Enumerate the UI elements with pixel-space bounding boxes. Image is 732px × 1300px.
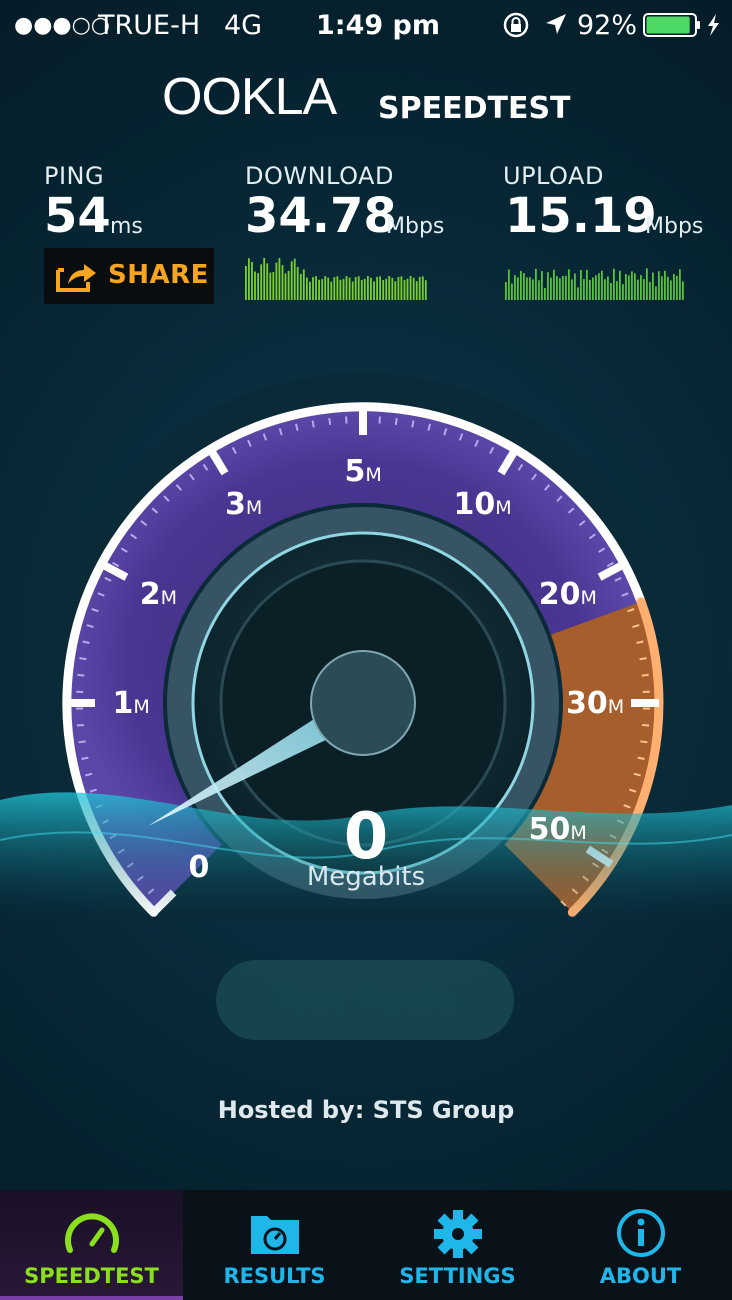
share-button[interactable]: SHARE (44, 248, 214, 304)
gauge-tick-label: 20M (538, 576, 597, 612)
ping-value: 54 (44, 188, 111, 244)
speedometer-icon (64, 1213, 119, 1253)
upload-unit: Mbps (645, 214, 704, 239)
gauge-needle-hub (310, 650, 416, 756)
ping-label: PING (44, 162, 105, 190)
carrier-name: TRUE-H (98, 10, 201, 41)
share-arrow-icon (56, 264, 96, 292)
gauge-tick-label: 30M (566, 685, 625, 721)
gauge-tick-label: 1M (112, 685, 150, 721)
ping-unit: ms (110, 214, 143, 239)
speedtest-screen: ●●●○○ TRUE-H 4G 1:49 pm 92% OOKLA SPEEDT… (0, 0, 732, 1300)
info-icon (616, 1209, 665, 1257)
gear-icon (433, 1210, 482, 1258)
download-sparkline (245, 258, 427, 300)
tab-settings-label: SETTINGS (399, 1264, 516, 1288)
download-value: 34.78 (245, 188, 397, 244)
battery-percent: 92% (577, 10, 638, 41)
upload-sparkline (505, 268, 684, 300)
rotation-lock-icon (503, 12, 529, 38)
tab-results[interactable]: RESULTS (183, 1190, 366, 1300)
download-label: DOWNLOAD (245, 162, 394, 190)
gauge-tick-label: 5M (344, 453, 382, 489)
network-type: 4G (224, 10, 263, 41)
current-speed-unit: Megabits (306, 862, 426, 892)
tab-speedtest[interactable]: SPEEDTEST (0, 1190, 183, 1300)
product-text: SPEEDTEST (378, 91, 571, 126)
share-label: SHARE (108, 260, 209, 290)
gauge-tick-label: 2M (139, 576, 177, 612)
gauge-tick-label: 10M (453, 486, 512, 522)
battery-icon (643, 13, 719, 37)
status-time: 1:49 pm (316, 10, 441, 41)
signal-strength-icon: ●●●○○ (14, 13, 110, 38)
tab-results-label: RESULTS (223, 1264, 326, 1288)
results-folder-icon (250, 1216, 299, 1254)
location-arrow-icon (546, 14, 566, 34)
tab-bar: SPEEDTEST RESULTS SETTINGS ABOUT (0, 1190, 732, 1300)
hosted-by-text: Hosted by: STS Group (217, 1096, 515, 1124)
upload-value: 15.19 (505, 188, 657, 244)
upload-label: UPLOAD (503, 162, 604, 190)
tab-speedtest-label: SPEEDTEST (24, 1264, 159, 1288)
brand-text: OOKLA (162, 68, 337, 126)
tab-about[interactable]: ABOUT (549, 1190, 732, 1300)
test-again-button[interactable]: Test Again (216, 960, 514, 1040)
tab-about-label: ABOUT (599, 1264, 682, 1288)
gauge-tick-label: 3M (225, 486, 263, 522)
tab-settings[interactable]: SETTINGS (366, 1190, 549, 1300)
status-bar: ●●●○○ TRUE-H 4G 1:49 pm 92% (0, 0, 732, 50)
ookla-speedtest-logo: OOKLA SPEEDTEST (162, 68, 571, 126)
download-unit: Mbps (386, 214, 445, 239)
